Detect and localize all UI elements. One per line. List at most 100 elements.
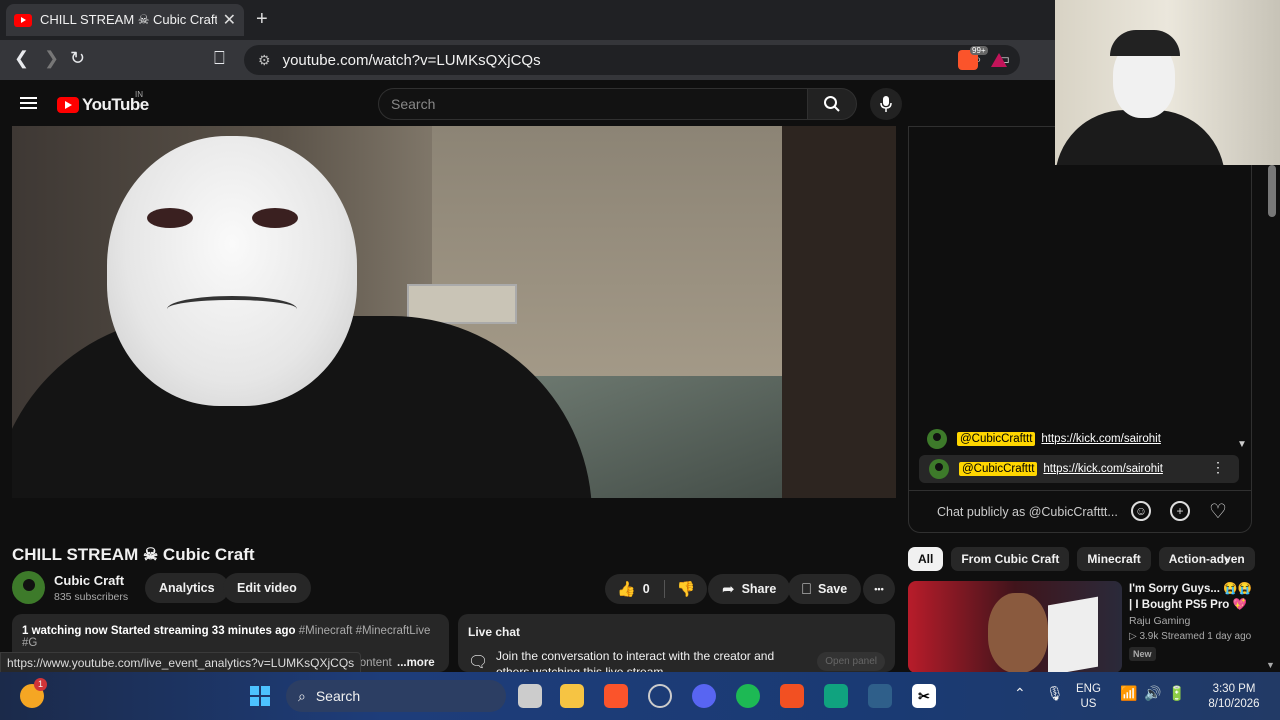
- chat-avatar: [929, 459, 949, 479]
- chip-from-channel[interactable]: From Cubic Craft: [951, 547, 1070, 571]
- video-door: [782, 126, 896, 498]
- open-panel-button[interactable]: Open panel: [817, 652, 885, 671]
- task-view-icon[interactable]: [518, 684, 542, 708]
- thumb-box: [1048, 596, 1098, 673]
- edit-video-button[interactable]: Edit video: [223, 573, 311, 603]
- browser-tab[interactable]: CHILL STREAM ☠ Cubic Craft - ✕: [6, 4, 244, 36]
- chip-action-adventure[interactable]: Action-adven: [1158, 547, 1255, 571]
- chat-link[interactable]: https://kick.com/sairohit: [1043, 463, 1163, 475]
- emoji-icon[interactable]: ☺: [1131, 501, 1151, 521]
- recommended-channel[interactable]: Raju Gaming: [1129, 615, 1190, 627]
- chat-input[interactable]: Chat publicly as @CubicCrafttt... ☺ + ♡: [909, 490, 1251, 532]
- more-actions-button[interactable]: •••: [863, 574, 895, 604]
- app-blue-icon[interactable]: [868, 684, 892, 708]
- like-count: 0: [642, 582, 650, 596]
- volume-icon[interactable]: 🔊: [1144, 686, 1161, 701]
- search-placeholder: Search: [391, 96, 436, 112]
- taskbar-search[interactable]: ⌕ Search: [286, 680, 506, 712]
- site-settings-icon[interactable]: ⚙: [258, 52, 271, 69]
- add-icon[interactable]: +: [1170, 501, 1190, 521]
- scroll-down-arrow-icon[interactable]: ▼: [1266, 660, 1275, 670]
- recommended-meta: ▷ 3.9k Streamed 1 day ago: [1129, 631, 1252, 642]
- like-button[interactable]: 👍 0 👎: [605, 574, 708, 604]
- menu-icon[interactable]: [20, 97, 37, 109]
- language-indicator[interactable]: ENG US: [1076, 682, 1101, 712]
- scroll-down-icon[interactable]: ▼: [1237, 439, 1247, 450]
- chat-author[interactable]: @CubicCrafttt: [959, 462, 1038, 476]
- chat-message-menu-icon[interactable]: ⋮: [1211, 459, 1225, 476]
- chip-all[interactable]: All: [908, 547, 944, 571]
- brave-badge: 99+: [970, 46, 988, 55]
- chatgpt-icon[interactable]: [824, 684, 848, 708]
- chevron-right-icon[interactable]: ›: [1224, 550, 1230, 571]
- brave-shields-icon[interactable]: 99+: [958, 46, 988, 70]
- analytics-button[interactable]: Analytics: [145, 573, 229, 603]
- chat-input-placeholder: Chat publicly as @CubicCrafttt...: [937, 504, 1118, 519]
- recommended-thumbnail[interactable]: [908, 581, 1122, 673]
- taskbar-search-icon: ⌕: [298, 687, 306, 704]
- file-explorer-icon[interactable]: [560, 684, 584, 708]
- start-pane: [250, 697, 259, 706]
- channel-name[interactable]: Cubic Craft: [54, 573, 124, 588]
- live-chat-summary: Live chat 🗨 Join the conversation to int…: [458, 614, 895, 672]
- clock-time: 3:30 PM: [1212, 683, 1256, 695]
- microsoft-store-icon[interactable]: [780, 684, 804, 708]
- watching-now: 1 watching now: [22, 625, 108, 637]
- thumbs-up-icon: 👍: [617, 581, 636, 598]
- reload-icon[interactable]: ↻: [70, 48, 85, 69]
- more-link[interactable]: ...more: [397, 657, 435, 669]
- weather-icon[interactable]: 1: [20, 678, 47, 708]
- tray-mic-icon[interactable]: 🎙: [1046, 686, 1064, 701]
- brave-browser-icon[interactable]: [604, 684, 628, 708]
- bookmark-icon[interactable]: ⎕: [214, 48, 225, 69]
- chat-message-highlighted: @CubicCrafttt https://kick.com/sairohit …: [919, 455, 1239, 483]
- chat-bubble-icon: 🗨: [468, 654, 489, 671]
- channel-avatar[interactable]: [12, 571, 45, 604]
- start-windows-icon[interactable]: [248, 684, 272, 708]
- back-icon[interactable]: ❮: [14, 48, 29, 69]
- app-green-icon[interactable]: [736, 684, 760, 708]
- weather-badge: 1: [34, 678, 47, 691]
- new-tab-button[interactable]: +: [256, 8, 268, 31]
- subscriber-count: 835 subscribers: [54, 591, 129, 603]
- close-tab-icon[interactable]: ✕: [223, 10, 236, 30]
- address-bar[interactable]: ⚙ youtube.com/watch?v=LUMKsQXjCQs ⌕ ▭: [244, 45, 1020, 75]
- new-badge: New: [1129, 647, 1156, 661]
- recommended-title[interactable]: I'm Sorry Guys... 😭😭 | I Bought PS5 Pro …: [1129, 581, 1254, 613]
- search-input[interactable]: Search: [378, 88, 808, 120]
- chip-minecraft[interactable]: Minecraft: [1077, 547, 1151, 571]
- chat-link[interactable]: https://kick.com/sairohit: [1041, 433, 1161, 445]
- heart-icon[interactable]: ♡: [1208, 501, 1228, 523]
- video-mask: [107, 136, 357, 406]
- share-icon: ➦: [722, 581, 735, 598]
- tray-expand-icon[interactable]: ⌃: [1014, 686, 1026, 701]
- clock[interactable]: 3:30 PM 8/10/2026: [1204, 682, 1264, 712]
- obs-icon[interactable]: [648, 684, 672, 708]
- share-button[interactable]: ➦ Share: [708, 574, 791, 604]
- chat-author[interactable]: @CubicCrafttt: [957, 432, 1036, 446]
- url-text: youtube.com/watch?v=LUMKsQXjCQs: [282, 51, 541, 69]
- voice-search-button[interactable]: [870, 88, 902, 120]
- country-code: IN: [135, 90, 143, 99]
- youtube-favicon-icon: [14, 13, 32, 27]
- battery-icon[interactable]: 🔋: [1168, 686, 1185, 701]
- status-bar-url: https://www.youtube.com/live_event_analy…: [0, 652, 362, 674]
- capcut-icon[interactable]: ✂: [912, 684, 936, 708]
- wifi-icon[interactable]: 📶: [1120, 686, 1137, 701]
- video-player[interactable]: [12, 126, 896, 532]
- taskbar-search-label: Search: [315, 688, 361, 704]
- save-button[interactable]: ⎕ Save: [788, 574, 862, 604]
- page-scrollbar[interactable]: [1268, 165, 1276, 217]
- brave-rewards-icon[interactable]: [991, 53, 1007, 67]
- discord-icon[interactable]: [692, 684, 716, 708]
- save-label: Save: [818, 582, 848, 596]
- thumbs-down-icon[interactable]: 👎: [663, 580, 695, 598]
- share-label: Share: [741, 582, 777, 596]
- video-title: CHILL STREAM ☠ Cubic Craft: [12, 545, 255, 564]
- browser-toolbar: ❮ ❯ ↻ ⎕ ⚙ youtube.com/watch?v=LUMKsQXjCQ…: [0, 40, 1055, 80]
- forward-icon[interactable]: ❯: [44, 48, 59, 69]
- lang-line2: US: [1080, 698, 1097, 710]
- clock-date: 8/10/2026: [1208, 698, 1260, 710]
- webcam-overlay: [1055, 0, 1280, 165]
- search-button[interactable]: [807, 88, 857, 120]
